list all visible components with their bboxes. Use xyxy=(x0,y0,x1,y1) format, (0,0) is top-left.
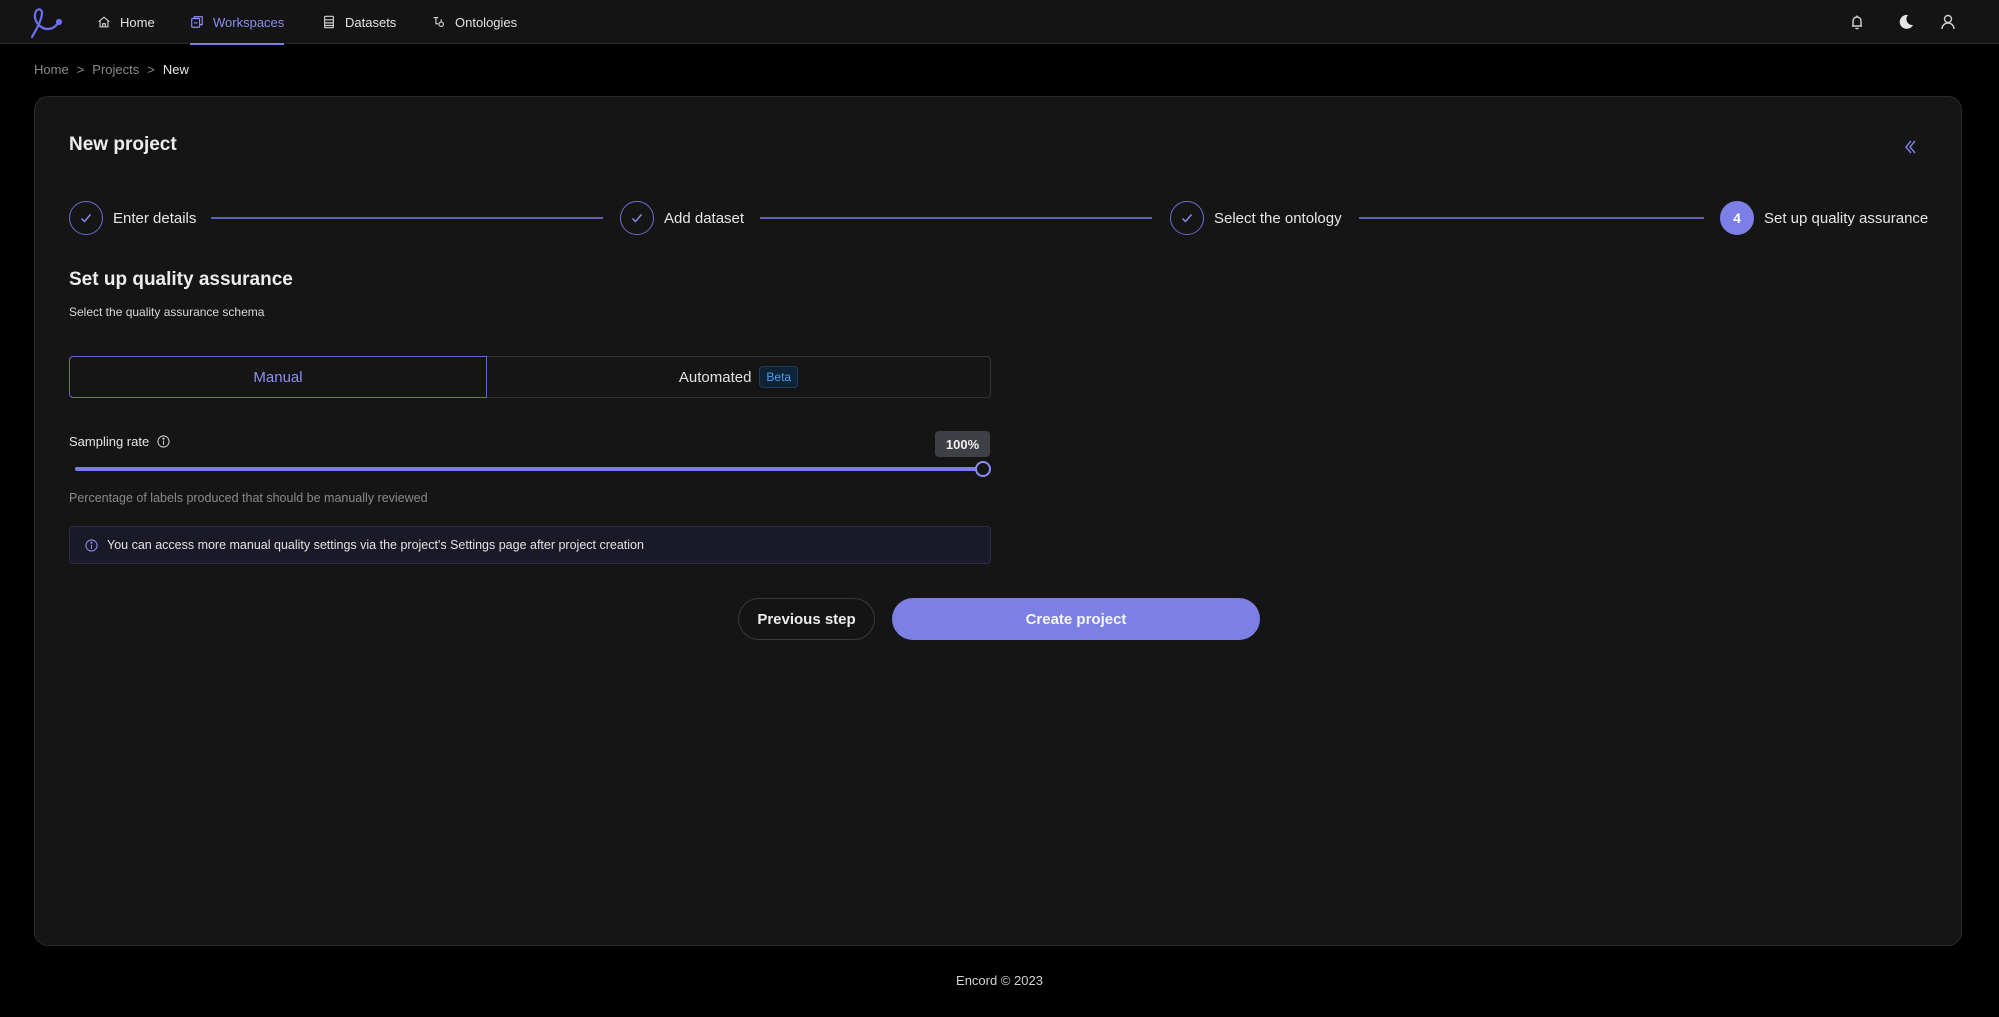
theme-toggle-button[interactable] xyxy=(1894,10,1918,34)
step-quality-assurance[interactable]: 4 Set up quality assurance xyxy=(1720,201,1928,235)
workspaces-icon xyxy=(191,16,203,28)
breadcrumb-current: New xyxy=(162,62,189,77)
datasets-icon xyxy=(324,15,334,29)
nav-ontologies[interactable]: Ontologies xyxy=(432,0,517,44)
sampling-rate-slider[interactable] xyxy=(75,461,991,477)
qa-option-automated[interactable]: Automated Beta xyxy=(487,357,990,397)
step-current-circle: 4 xyxy=(1720,201,1754,235)
nav-datasets[interactable]: Datasets xyxy=(322,0,396,44)
footer-copyright: Encord © 2023 xyxy=(956,973,1043,988)
breadcrumb-projects[interactable]: Projects xyxy=(92,62,139,77)
qa-schema-toggle: Manual Automated Beta xyxy=(69,356,991,398)
breadcrumb-home[interactable]: Home xyxy=(34,62,69,77)
breadcrumb-separator: > xyxy=(76,62,85,77)
breadcrumb: Home > Projects > New xyxy=(34,62,189,77)
check-icon xyxy=(632,214,643,223)
sampling-rate-value: 100% xyxy=(935,431,990,457)
info-icon[interactable] xyxy=(157,435,170,448)
check-icon xyxy=(81,214,92,223)
step-complete-circle xyxy=(620,201,654,235)
bell-icon xyxy=(1852,15,1862,30)
qa-option-label: Automated xyxy=(678,368,752,386)
beta-badge: Beta xyxy=(759,366,799,388)
step-label: Select the ontology xyxy=(1214,209,1342,227)
step-connector xyxy=(211,217,603,219)
nav-home[interactable]: Home xyxy=(97,0,155,44)
user-menu-button[interactable] xyxy=(1936,10,1960,34)
step-connector xyxy=(1359,217,1704,219)
step-complete-circle xyxy=(1170,201,1204,235)
nav-home-label: Home xyxy=(120,14,155,30)
step-enter-details[interactable]: Enter details xyxy=(69,201,196,235)
page-title: New project xyxy=(69,134,177,155)
encord-logo-icon[interactable] xyxy=(28,5,64,39)
slider-fill xyxy=(75,467,983,471)
nav-ontologies-label: Ontologies xyxy=(455,14,518,30)
collapse-chevrons-icon[interactable] xyxy=(1901,137,1921,157)
step-select-ontology[interactable]: Select the ontology xyxy=(1170,201,1342,235)
qa-option-label: Manual xyxy=(253,368,303,386)
step-connector xyxy=(760,217,1152,219)
new-project-card: New project Enter details Add dataset Se… xyxy=(34,96,1962,946)
top-nav-bar: Home Workspaces Datasets Ontologies xyxy=(0,0,1999,45)
qa-option-manual[interactable]: Manual xyxy=(69,356,487,398)
info-icon xyxy=(85,538,98,552)
sampling-rate-text: Sampling rate xyxy=(69,434,150,449)
section-subtitle: Select the quality assurance schema xyxy=(69,305,265,319)
create-project-button[interactable]: Create project xyxy=(892,598,1260,640)
sampling-rate-help: Percentage of labels produced that shoul… xyxy=(69,491,428,505)
user-icon xyxy=(1941,14,1955,30)
moon-icon xyxy=(1899,14,1913,29)
info-banner-text: You can access more manual quality setti… xyxy=(107,538,644,552)
slider-thumb[interactable] xyxy=(975,461,991,477)
nav-datasets-label: Datasets xyxy=(345,14,397,30)
step-label: Enter details xyxy=(113,209,197,227)
step-add-dataset[interactable]: Add dataset xyxy=(620,201,744,235)
step-label: Add dataset xyxy=(664,209,745,227)
info-banner: You can access more manual quality setti… xyxy=(69,526,991,564)
nav-workspaces[interactable]: Workspaces xyxy=(190,0,285,45)
previous-step-button[interactable]: Previous step xyxy=(738,598,875,640)
notifications-button[interactable] xyxy=(1845,10,1869,34)
ontologies-icon xyxy=(433,17,444,27)
step-complete-circle xyxy=(69,201,103,235)
breadcrumb-separator: > xyxy=(147,62,155,77)
sampling-rate-label: Sampling rate xyxy=(69,434,170,449)
section-title: Set up quality assurance xyxy=(69,269,293,290)
step-label: Set up quality assurance xyxy=(1764,209,1929,227)
home-icon xyxy=(98,16,110,28)
check-icon xyxy=(1182,214,1193,223)
nav-workspaces-label: Workspaces xyxy=(213,14,285,30)
